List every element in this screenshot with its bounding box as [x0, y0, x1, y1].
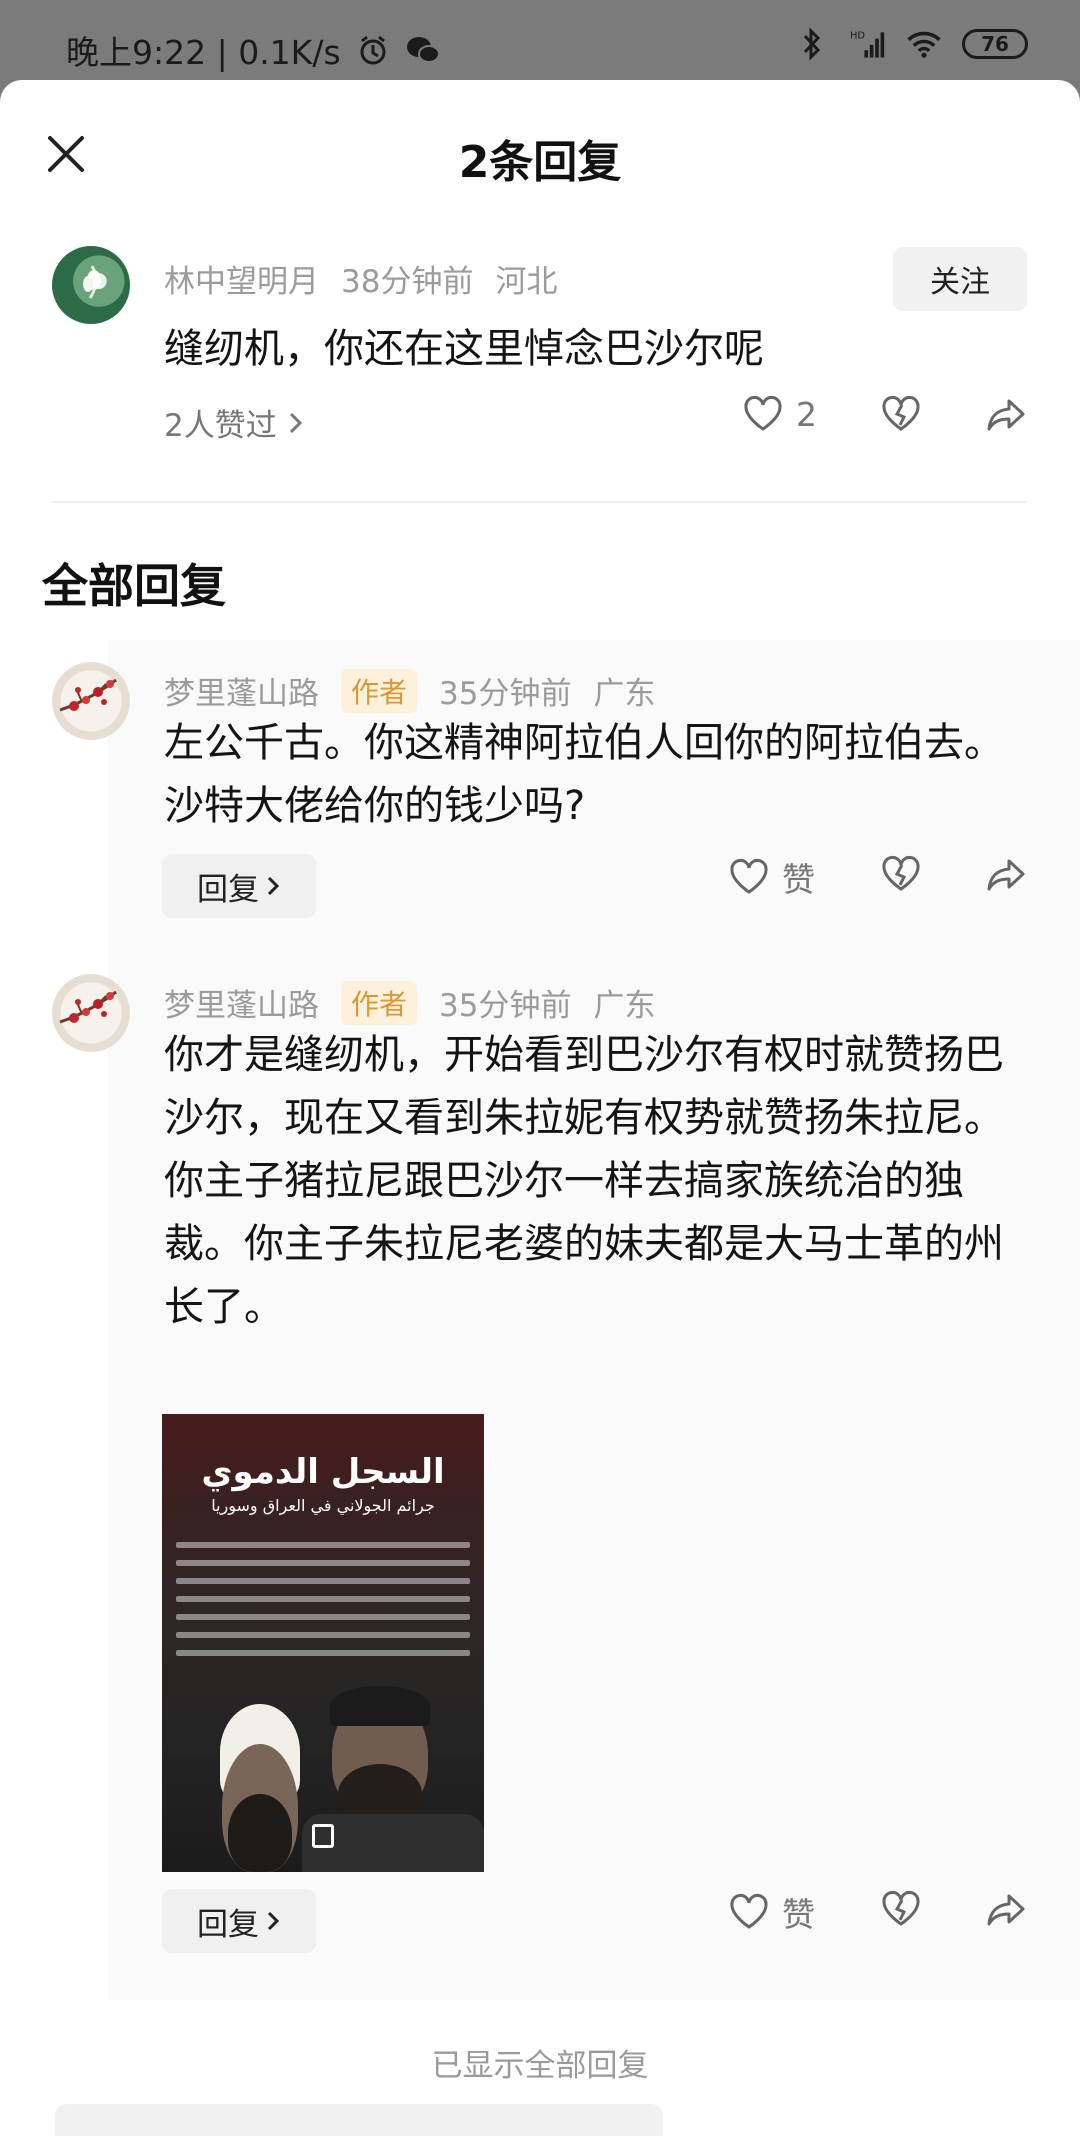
end-of-replies-note: 已显示全部回复	[431, 2048, 649, 2084]
reply-image[interactable]: السجل الدموي جرائم الجولاني في العراق وس…	[162, 1414, 484, 1872]
share-button[interactable]	[985, 1888, 1027, 1930]
image-text-line	[176, 1650, 470, 1656]
timestamp: 38分钟前	[341, 264, 474, 300]
like-label: 赞	[782, 860, 815, 899]
network-label: HD	[850, 31, 865, 42]
alarm-icon	[355, 32, 391, 68]
image-text-line	[176, 1632, 470, 1638]
image-subtitle: جرائم الجولاني في العراق وسوريا	[211, 1496, 435, 1515]
avatar[interactable]	[52, 246, 130, 324]
dislike-button[interactable]	[880, 853, 922, 895]
like-label: 赞	[782, 1895, 815, 1934]
broken-heart-icon	[882, 856, 920, 891]
reply-meta: 梦里蓬山路 作者 35分钟前 广东	[164, 668, 655, 713]
author-badge: 作者	[341, 980, 418, 1025]
avatar[interactable]	[52, 662, 130, 740]
bluetooth-icon	[794, 26, 830, 62]
likes-summary-link[interactable]: 2人赞过	[164, 400, 305, 445]
image-text-line	[176, 1578, 470, 1584]
location: 河北	[495, 264, 558, 300]
username[interactable]: 梦里蓬山路	[164, 980, 319, 1025]
image-title: السجل الدموي	[201, 1452, 445, 1492]
location: 广东	[593, 676, 656, 712]
image-figure-hair	[330, 1686, 430, 1726]
likes-summary: 2人赞过	[164, 408, 277, 444]
reply-text: 左公千古。你这精神阿拉伯人回你的阿拉伯去。沙特大佬给你的钱少吗?	[164, 720, 1004, 829]
signal-icon: HD	[850, 26, 886, 62]
status-left: 晚上9:22 | 0.1K/s	[66, 26, 441, 74]
username[interactable]: 林中望明月	[164, 256, 319, 301]
comment-text: 缝纫机，你还在这里悼念巴沙尔呢	[164, 326, 764, 372]
reply-button[interactable]: 回复	[162, 854, 316, 918]
heart-icon	[730, 1894, 768, 1929]
heart-icon	[730, 859, 768, 894]
reply-meta: 梦里蓬山路 作者 35分钟前 广东	[164, 980, 655, 1025]
share-icon	[987, 1894, 1025, 1926]
replies-sheet: 2条回复 林中望明月 38分钟前 河北 关注 缝纫机，你还在这里悼念巴沙尔呢 2…	[0, 80, 1080, 2136]
chevron-right-icon	[267, 1911, 280, 1931]
sheet-title: 2条回复	[458, 137, 622, 188]
username[interactable]: 梦里蓬山路	[164, 668, 319, 713]
comment-meta: 林中望明月 38分钟前 河北	[164, 256, 557, 301]
wifi-icon	[906, 26, 942, 62]
broken-heart-icon	[882, 1891, 920, 1926]
image-text-line	[176, 1560, 470, 1566]
reply-label: 回复	[197, 1906, 259, 1943]
divider	[52, 501, 1027, 503]
share-button[interactable]	[985, 853, 1027, 895]
reply-button[interactable]: 回复	[162, 1889, 316, 1953]
avatar[interactable]	[52, 974, 130, 1052]
timestamp: 35分钟前	[439, 988, 572, 1024]
image-logo	[312, 1824, 334, 1848]
location: 广东	[593, 988, 656, 1024]
share-icon	[987, 859, 1025, 891]
like-count: 2	[796, 394, 817, 434]
image-text-line	[176, 1596, 470, 1602]
share-button[interactable]	[985, 393, 1027, 435]
battery-icon: 76	[962, 29, 1028, 59]
like-button[interactable]: 赞	[728, 1888, 815, 1936]
follow-button[interactable]: 关注	[893, 247, 1027, 311]
dislike-button[interactable]	[880, 393, 922, 435]
broken-heart-icon	[882, 396, 920, 431]
like-button[interactable]: 赞	[728, 853, 815, 901]
reply-input[interactable]	[55, 2104, 663, 2136]
chevron-right-icon	[267, 876, 280, 896]
section-title: 全部回复	[42, 559, 226, 613]
timestamp: 35分钟前	[439, 676, 572, 712]
wechat-icon	[405, 32, 441, 68]
image-text-line	[176, 1614, 470, 1620]
chevron-right-icon	[289, 412, 302, 433]
share-icon	[987, 399, 1025, 431]
image-figure-beard	[228, 1794, 292, 1872]
heart-icon	[744, 396, 782, 431]
image-text-line	[176, 1542, 470, 1548]
dislike-button[interactable]	[880, 1888, 922, 1930]
author-badge: 作者	[341, 668, 418, 713]
reply-text: 你才是缝纫机，开始看到巴沙尔有权时就赞扬巴沙尔，现在又看到朱拉妮有权势就赞扬朱拉…	[164, 1032, 1004, 1330]
like-button[interactable]: 2	[742, 393, 817, 435]
status-right: HD 76	[794, 26, 1028, 62]
reply-label: 回复	[197, 871, 259, 908]
status-time: 晚上9:22 | 0.1K/s	[66, 33, 341, 72]
